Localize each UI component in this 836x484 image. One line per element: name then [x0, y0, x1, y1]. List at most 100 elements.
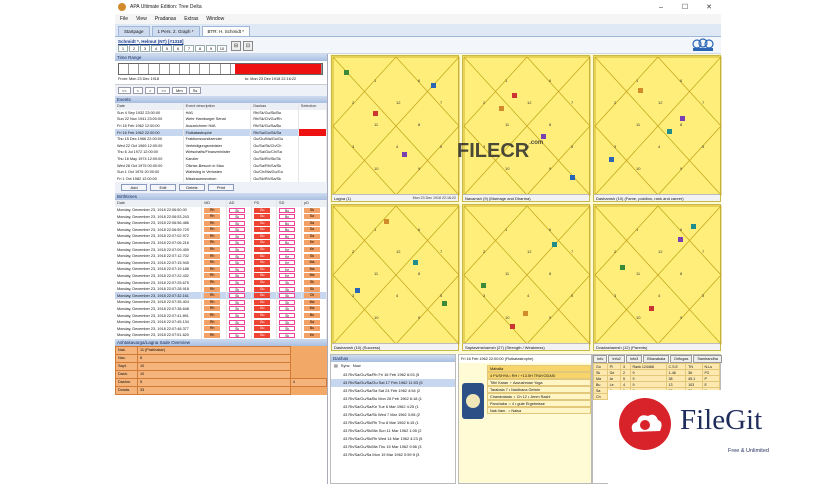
dasha-icon[interactable]: ▤: [334, 363, 338, 370]
planet-icon[interactable]: [402, 152, 407, 157]
table-row[interactable]: Monday, December 23, 1918 22:07:19.188 Rh…: [115, 266, 327, 273]
menu-pradanas[interactable]: Pradanas: [155, 16, 176, 22]
col-bt-date[interactable]: Date: [115, 200, 203, 207]
planet-icon[interactable]: [355, 288, 360, 293]
planet-icon[interactable]: [499, 106, 504, 111]
planet-icon[interactable]: [678, 237, 683, 242]
toolbar-btn-6[interactable]: 6: [173, 45, 183, 52]
dasha-row[interactable]: 43 Rh/Sa/Gu/Sa Mon 19 Mar 1962 0:59 ft (…: [331, 451, 455, 459]
close-button[interactable]: ✕: [697, 0, 721, 14]
chart-4[interactable]: 12 1 2 11 3 10 4 9 5 8 7 6 Dashamsh (10) (Success): [331, 204, 460, 351]
col-md[interactable]: MD: [201, 200, 228, 207]
nav-prev[interactable]: <: [132, 87, 144, 94]
table-row[interactable]: Wed 22 Oct 1969 12:00:00 Verteidigungsmin…: [115, 142, 328, 150]
table-row[interactable]: Monday, December 23, 1918 22:07:02.972 Rh…: [115, 233, 327, 240]
delete-button[interactable]: Delete: [179, 184, 205, 192]
person-name[interactable]: Schmidt *, Helmut (NT) [#1318]: [118, 39, 184, 44]
nav-last[interactable]: >>: [157, 87, 171, 94]
dasha-row[interactable]: 43 Rh/Sa/Gu/Sa/Sa Sat 24 Feb 1962 4:54 (…: [331, 387, 455, 395]
time-range-selection[interactable]: [235, 64, 321, 74]
col-event[interactable]: Event description: [183, 103, 252, 110]
dasha-row[interactable]: 43 Rh/Sa/Gu/Sk/Rh Thu 8 Mar 1962 6:15 (1: [331, 419, 455, 427]
toolbar-btn-1[interactable]: 1: [118, 45, 128, 52]
dasha-row[interactable]: 43 Rh/Sa/Gu/Sa/Rh Fri 16 Feb 1962 6:03 (…: [331, 371, 455, 379]
planet-icon[interactable]: [649, 306, 654, 311]
planet-icon[interactable]: [541, 134, 546, 139]
table-row[interactable]: Monday, December 23, 1918 22:07:06.216 Rh…: [115, 239, 327, 247]
sync-button[interactable]: Sync: [341, 363, 350, 370]
col-sd[interactable]: SD: [276, 200, 302, 207]
planet-icon[interactable]: [512, 93, 517, 98]
table-row[interactable]: Monday, December 23, 1918 22:06:59.729 Rh…: [115, 226, 327, 234]
nav-mm[interactable]: Mm: [172, 87, 187, 94]
planet-icon[interactable]: [481, 283, 486, 288]
table-row[interactable]: Thu 16 May 1974 12:00:00 Kanzler Gu/Sk/Rh/…: [115, 155, 328, 163]
edit-button[interactable]: Edit: [150, 184, 176, 192]
chart-5[interactable]: 12 1 2 11 3 10 4 9 5 8 7 6 Saptavimshamsh (27) (Stre…: [462, 204, 591, 351]
table-row[interactable]: Thu 6 Jul 1972 12:00:00 Wirtschafts/Finan…: [115, 149, 328, 156]
toolbar-btn-7[interactable]: 7: [184, 45, 194, 52]
planet-icon[interactable]: [510, 324, 515, 329]
table-row[interactable]: Sun 22 Nov 1941 23:00:00 Wehr Hamburger S…: [115, 116, 328, 123]
menu-file[interactable]: File: [120, 16, 128, 22]
planet-icon[interactable]: [620, 265, 625, 270]
info-tab[interactable]: Info: [593, 355, 608, 363]
chart-1[interactable]: 12 1 2 11 3 10 4 9 5 8 7 6 Lagna (1) Mon 23 Dec 1918 …: [331, 55, 460, 202]
add-button[interactable]: Add: [121, 184, 147, 192]
table-row[interactable]: Thu 15 Dec 1966 22:00:00 Fraktionsvorsitz…: [115, 135, 328, 143]
col-date[interactable]: Date: [115, 103, 184, 110]
menu-extras[interactable]: Extras: [184, 16, 198, 22]
dasha-row[interactable]: 43 Rh/Sa/Gu/Sk/Rh Wed 14 Mar 1962 4:23 (…: [331, 435, 455, 443]
table-row[interactable]: Monday, December 23, 1918 22:07:51.620 Rh…: [115, 332, 327, 339]
col-pd[interactable]: PD: [251, 200, 278, 207]
table-row[interactable]: Fri 1 Oct 1982 12:00:00 Misstrauensvotum G…: [115, 175, 328, 183]
toolbar-btn-2[interactable]: 2: [129, 45, 139, 52]
planet-icon[interactable]: [691, 224, 696, 229]
toolbar-btn-5[interactable]: 5: [162, 45, 172, 52]
toolbar-btn-8[interactable]: 8: [195, 45, 205, 52]
nav-next[interactable]: >: [145, 87, 156, 94]
dasha-row[interactable]: 43 Rh/Sa/Gu/Sa/Ke Tue 6 Mar 1962 4:25 (1: [331, 403, 455, 411]
table-row[interactable]: Monday, December 23, 1918 22:07:41.891 Rh…: [115, 312, 327, 319]
table-row[interactable]: Monday, December 23, 1918 22:07:22.432 Rh…: [115, 272, 327, 280]
planet-icon[interactable]: [431, 83, 436, 88]
pin-icon[interactable]: ⊡: [243, 41, 253, 51]
chart-6[interactable]: 12 1 2 11 3 10 4 9 5 8 7 6 Dvadashamsh (12) (Parents…: [593, 204, 722, 351]
table-row[interactable]: Sun 4 Sep 1932 23:00:00 Höß Rh/Sk/Gu/Sk/Bu: [115, 109, 328, 117]
table-row[interactable]: Monday, December 23, 1918 22:07:09.459 Rh…: [115, 246, 327, 253]
table-row[interactable]: Monday, December 23, 1918 22:06:56.486 Rh…: [115, 219, 327, 227]
table-row[interactable]: Monday, December 23, 1918 22:07:48.377 Rh…: [115, 325, 327, 332]
dasha-row[interactable]: 43 Rh/Sa/Gu/Sa/Bu Mon 26 Feb 1962 6:18 (…: [331, 395, 455, 403]
planet-icon[interactable]: [638, 88, 643, 93]
col-pd2[interactable]: pD: [301, 200, 327, 207]
planet-icon[interactable]: [680, 116, 685, 121]
col-ad[interactable]: AD: [226, 200, 253, 207]
tab-1-pers[interactable]: 1 Pers. 2. Graph *: [151, 26, 200, 36]
planet-icon[interactable]: [413, 260, 418, 265]
tab-startpage[interactable]: Startpage: [118, 26, 150, 36]
planet-icon[interactable]: [373, 111, 378, 116]
toolbar-btn-3[interactable]: 3: [140, 45, 150, 52]
table-row[interactable]: Monday, December 23, 1918 22:07:25.675 Rh…: [115, 279, 327, 286]
col-dashas[interactable]: Dashas: [250, 103, 299, 110]
col-selection[interactable]: Selection: [298, 103, 328, 110]
toolbar-btn-4[interactable]: 4: [151, 45, 161, 52]
planet-icon[interactable]: [384, 219, 389, 224]
table-row[interactable]: Monday, December 23, 1918 22:07:28.918 Rh…: [115, 285, 327, 293]
info-tab[interactable]: Bhavabala: [643, 355, 670, 363]
lock-icon[interactable]: ⊟: [231, 41, 241, 51]
table-row[interactable]: Sun 1 Oct 1976 20:00:00 Wahlsieg in Verlu…: [115, 168, 328, 176]
dasha-row[interactable]: 43 Rh/Sa/Gu/Sa/Gu Sat 17 Feb 1962 11:53 …: [331, 379, 455, 387]
toolbar-btn-9[interactable]: 9: [206, 45, 216, 52]
print-button[interactable]: Print: [208, 184, 234, 192]
menu-window[interactable]: Window: [206, 16, 224, 22]
table-row[interactable]: Monday, December 23, 1918 22:06:53.243 Rh…: [115, 213, 327, 220]
chart-3[interactable]: 12 1 2 11 3 10 4 9 5 8 7 6 Dashamsh (10) (Fame, posi…: [593, 55, 722, 202]
chart-2[interactable]: 12 1 2 11 3 10 4 9 5 8 7 6 Navamsh (9) (Marriage and…: [462, 55, 591, 202]
table-row[interactable]: Monday, December 23, 1918 22:07:15.945 Rh…: [115, 259, 327, 267]
planet-icon[interactable]: [552, 242, 557, 247]
planet-icon[interactable]: [570, 175, 575, 180]
now-button[interactable]: Now: [353, 363, 361, 370]
dasha-row[interactable]: 43 Rh/Sa/Gu/Sk/Ma Sun 11 Mar 1962 1:05 (…: [331, 427, 455, 435]
nav-ss[interactable]: Ss: [188, 87, 202, 94]
